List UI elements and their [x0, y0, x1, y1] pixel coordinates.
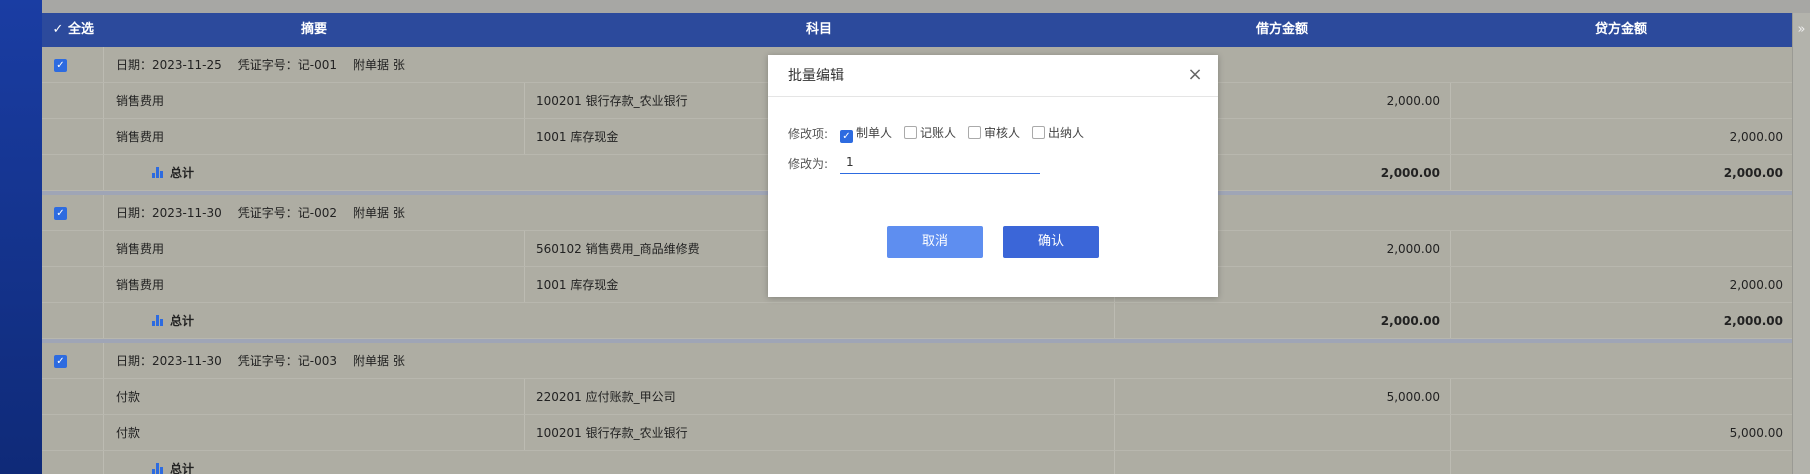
cell-credit [1450, 379, 1783, 415]
row-select[interactable]: ✓ [42, 195, 104, 230]
total-label: 总计 [170, 314, 195, 328]
table-row: 付款 100201 银行存款_农业银行 5,000.00 [42, 415, 1792, 451]
top-gap [42, 0, 1810, 13]
column-header-credit: 贷方金额 [1594, 22, 1647, 37]
voucher-group: ✓ 日期：2023-11-30 凭证字号：记-003 附单据 张 付款 220201… [42, 343, 1792, 474]
total-credit [1450, 451, 1783, 474]
voucher-meta: 日期：2023-11-30 凭证字号：记-003 附单据 张 [116, 343, 516, 379]
cell-credit: 5,000.00 [1729, 426, 1783, 440]
total-label: 总计 [170, 166, 195, 180]
cell-debit: 5,000.00 [1386, 390, 1440, 404]
bar-chart-icon [152, 315, 166, 326]
voucher-date: 日期：2023-11-30 [116, 354, 222, 368]
voucher-number: 凭证字号：记-002 [237, 206, 337, 220]
cell-abstract: 销售费用 [116, 278, 165, 292]
cell-credit: 2,000.00 [1729, 130, 1783, 144]
voucher-attachments: 附单据 张 [353, 354, 405, 368]
row-select-spacer [42, 303, 104, 338]
batch-edit-dialog: 批量编辑 × 修改项: ✓制单人 记账人 审核人 出纳人 修改为: 取消 确认 [768, 55, 1218, 297]
total-label-cell: 总计 [152, 451, 552, 474]
cell-abstract: 销售费用 [116, 130, 165, 144]
select-all-toggle[interactable]: ✓ 全选 [42, 13, 104, 47]
total-credit: 2,000.00 [1723, 166, 1783, 180]
cancel-button[interactable]: 取消 [887, 226, 983, 258]
voucher-attachments: 附单据 张 [353, 58, 405, 72]
value-label: 修改为: [788, 157, 829, 171]
option-label: 审核人 [984, 126, 1021, 140]
total-label-cell: 总计 [152, 303, 552, 339]
column-header-account: 科目 [805, 22, 832, 37]
option-label: 制单人 [856, 126, 893, 140]
voucher-meta: 日期：2023-11-25 凭证字号：记-001 附单据 张 [116, 47, 516, 83]
row-select-spacer [42, 267, 104, 302]
option-preparer[interactable]: ✓ 制单人 [840, 125, 893, 143]
row-select-spacer [42, 415, 104, 450]
cell-abstract: 销售费用 [116, 94, 165, 108]
expand-arrow-icon[interactable]: » [1793, 13, 1810, 47]
row-select[interactable]: ✓ [42, 343, 104, 378]
row-select-spacer [42, 83, 104, 118]
cell-account: 100201 银行存款_农业银行 [536, 426, 688, 440]
bar-chart-icon [152, 167, 166, 178]
check-icon: ✓ [52, 22, 64, 37]
confirm-button[interactable]: 确认 [1003, 226, 1099, 258]
total-credit: 2,000.00 [1723, 314, 1783, 328]
row-select-spacer [42, 119, 104, 154]
checkbox-checked-icon[interactable]: ✓ [840, 130, 853, 143]
column-header-abstract: 摘要 [300, 22, 327, 37]
total-label: 总计 [170, 462, 195, 474]
row-select-spacer [42, 155, 104, 190]
voucher-meta: 日期：2023-11-30 凭证字号：记-002 附单据 张 [116, 195, 516, 231]
checkbox-checked-icon[interactable]: ✓ [54, 355, 67, 368]
option-reviewer[interactable]: 审核人 [968, 125, 1020, 141]
total-debit [1114, 451, 1440, 474]
table-row: 付款 220201 应付账款_甲公司 5,000.00 [42, 379, 1792, 415]
cell-abstract: 付款 [116, 426, 141, 440]
close-icon[interactable]: × [1184, 64, 1206, 86]
checkbox-empty-icon[interactable] [904, 126, 917, 139]
voucher-number: 凭证字号：记-003 [237, 354, 337, 368]
dialog-title: 批量编辑 [788, 68, 844, 84]
option-cashier[interactable]: 出纳人 [1032, 125, 1084, 141]
option-bookkeeper[interactable]: 记账人 [904, 125, 956, 141]
checkbox-empty-icon[interactable] [968, 126, 981, 139]
value-input[interactable] [840, 150, 1040, 174]
cell-abstract: 付款 [116, 390, 141, 404]
page: ✓ 全选 摘要 科目 借方金额 贷方金额 » ✓ 日期：2023-11-25 凭证字… [42, 0, 1810, 474]
checkbox-checked-icon[interactable]: ✓ [54, 207, 67, 220]
bar-chart-icon [152, 463, 166, 474]
cell-credit [1450, 83, 1783, 119]
total-row: 总计 2,000.00 2,000.00 [42, 303, 1792, 339]
option-label: 出纳人 [1048, 126, 1085, 140]
right-scrollbar[interactable]: » [1792, 13, 1810, 474]
cell-credit: 2,000.00 [1729, 278, 1783, 292]
total-debit: 2,000.00 [1380, 314, 1440, 328]
checkbox-empty-icon[interactable] [1032, 126, 1045, 139]
table-header: ✓ 全选 摘要 科目 借方金额 贷方金额 [42, 13, 1792, 47]
row-select-spacer [42, 451, 104, 474]
row-select-spacer [42, 231, 104, 266]
voucher-attachments: 附单据 张 [353, 206, 405, 220]
option-label: 记账人 [920, 126, 957, 140]
voucher-number: 凭证字号：记-001 [237, 58, 337, 72]
cell-account: 220201 应付账款_甲公司 [536, 390, 676, 404]
total-row: 总计 [42, 451, 1792, 474]
cell-abstract: 销售费用 [116, 242, 165, 256]
checkbox-checked-icon[interactable]: ✓ [54, 59, 67, 72]
total-label-cell: 总计 [152, 155, 552, 191]
voucher-date: 日期：2023-11-30 [116, 206, 222, 220]
voucher-date: 日期：2023-11-25 [116, 58, 222, 72]
row-select[interactable]: ✓ [42, 47, 104, 82]
voucher-meta-row: ✓ 日期：2023-11-30 凭证字号：记-003 附单据 张 [42, 343, 1792, 379]
field-label: 修改项: [788, 127, 829, 141]
dialog-divider [768, 96, 1218, 97]
left-edge-strip [0, 0, 42, 474]
column-header-debit: 借方金额 [1255, 22, 1308, 37]
select-all-label: 全选 [67, 22, 94, 37]
row-select-spacer [42, 379, 104, 414]
cell-debit [1114, 415, 1440, 451]
cell-credit [1450, 231, 1783, 267]
